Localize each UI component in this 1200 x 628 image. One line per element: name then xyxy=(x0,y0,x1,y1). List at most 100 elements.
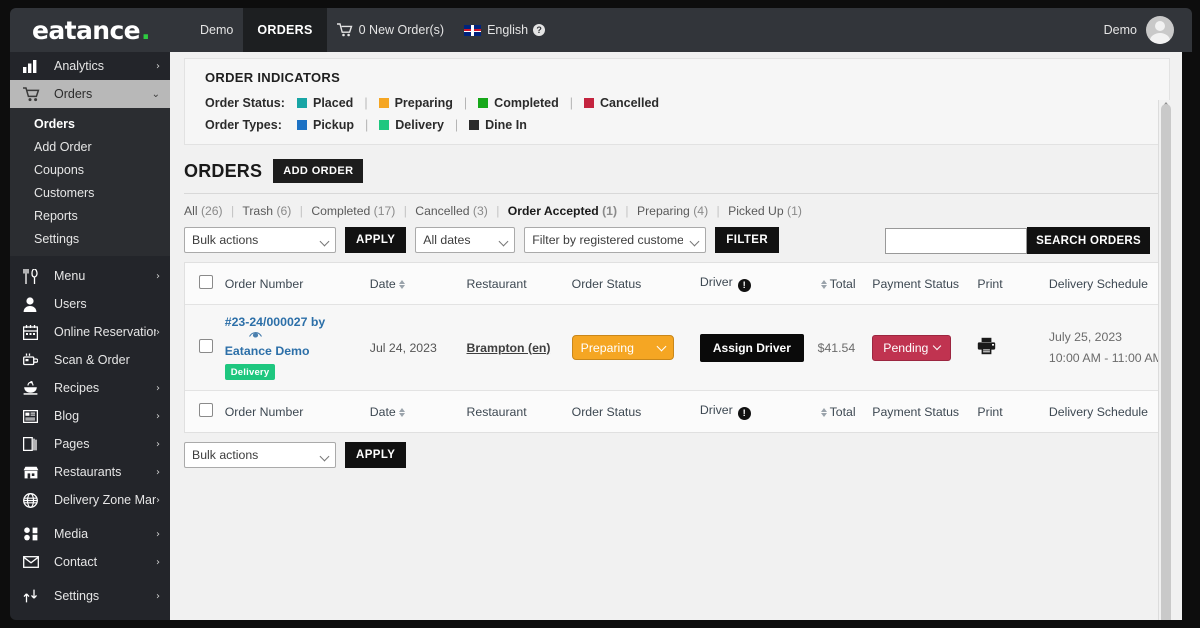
header-order-status[interactable]: Order Status xyxy=(567,263,696,305)
filter-link-trash-count: (6) xyxy=(276,204,292,218)
filter-link-picked-up-label: Picked Up xyxy=(728,204,784,218)
filter-link-picked-up[interactable]: Picked Up (1) xyxy=(728,204,802,218)
header-delivery-schedule-bottom[interactable]: Delivery Schedule xyxy=(1044,390,1169,432)
header-driver[interactable]: Driver! xyxy=(695,263,814,305)
header-print[interactable]: Print xyxy=(973,263,1045,305)
sidebar-item-blog[interactable]: Blog › xyxy=(10,402,170,430)
chevron-right-icon: › xyxy=(156,494,160,506)
sort-icon[interactable] xyxy=(820,407,827,417)
header-restaurant[interactable]: Restaurant xyxy=(462,263,568,305)
brand-logo[interactable]: eatance. xyxy=(10,16,190,45)
sidebar-item-scan-and-order[interactable]: Scan & Order xyxy=(10,346,170,374)
payment-status-dropdown[interactable]: Pending xyxy=(872,334,952,361)
select-all-checkbox-bottom[interactable] xyxy=(199,403,213,417)
filter-link-trash-label: Trash xyxy=(242,204,274,218)
chevron-right-icon: › xyxy=(156,410,160,422)
customer-filter-wrap: Filter by registered customer xyxy=(524,227,707,253)
filter-link-all[interactable]: All (26) xyxy=(184,204,223,218)
header-driver-bottom[interactable]: Driver! xyxy=(695,390,814,432)
filter-link-order-accepted[interactable]: Order Accepted (1) xyxy=(508,204,617,218)
sidebar-subitem-customers[interactable]: Customers xyxy=(10,181,170,204)
topnav-item-language[interactable]: English ? xyxy=(454,8,555,52)
sidebar-label-delivery-zone-manager: Delivery Zone Manager xyxy=(54,493,156,507)
sidebar-item-menu[interactable]: Menu › xyxy=(10,262,170,290)
chevron-right-icon: › xyxy=(156,60,160,72)
cutlery-icon xyxy=(23,268,45,284)
sidebar-subitem-orders[interactable]: Orders xyxy=(10,112,170,135)
header-order-status-bottom[interactable]: Order Status xyxy=(567,390,696,432)
info-exclamation-icon[interactable]: ! xyxy=(737,407,751,420)
sidebar-item-contact[interactable]: Contact › xyxy=(10,548,170,576)
search-orders-button[interactable]: SEARCH ORDERS xyxy=(1027,227,1150,254)
info-exclamation-icon[interactable]: ! xyxy=(737,279,751,292)
sidebar-subitem-settings[interactable]: Settings xyxy=(10,227,170,250)
sidebar-item-restaurants[interactable]: Restaurants › xyxy=(10,458,170,486)
sidebar-item-delivery-zone-manager[interactable]: Delivery Zone Manager › xyxy=(10,486,170,514)
scrollbar-thumb[interactable] xyxy=(1161,104,1171,620)
filter-link-completed[interactable]: Completed (17) xyxy=(311,204,395,218)
customer-filter-select[interactable]: Filter by registered customer xyxy=(524,227,707,253)
bulk-actions-select[interactable]: Bulk actions xyxy=(184,227,336,253)
payment-status-value: Pending xyxy=(883,340,929,355)
dates-filter-select[interactable]: All dates xyxy=(415,227,516,253)
content-scrollbar[interactable] xyxy=(1158,100,1172,620)
header-total[interactable]: Total xyxy=(813,263,869,305)
sidebar-item-orders[interactable]: Orders ⌄ xyxy=(10,80,170,108)
assign-driver-button[interactable]: Assign Driver xyxy=(699,333,804,362)
sidebar-item-online-reservation[interactable]: Online Reservation › xyxy=(10,318,170,346)
sidebar-sublabel-reports: Reports xyxy=(34,208,78,223)
sidebar-item-analytics[interactable]: Analytics › xyxy=(10,52,170,80)
sidebar-item-recipes[interactable]: Recipes › xyxy=(10,374,170,402)
filter-link-trash[interactable]: Trash (6) xyxy=(242,204,291,218)
sidebar-subitem-add-order[interactable]: Add Order xyxy=(10,135,170,158)
apply-button-bottom[interactable]: APPLY xyxy=(345,442,407,468)
header-order-number[interactable]: Order Number xyxy=(220,263,366,305)
select-all-checkbox[interactable] xyxy=(199,275,213,289)
order-status-dropdown[interactable]: Preparing xyxy=(571,335,674,360)
sidebar-item-pages[interactable]: Pages › xyxy=(10,430,170,458)
sidebar-item-media[interactable]: Media › xyxy=(10,520,170,548)
user-avatar-icon[interactable] xyxy=(1146,16,1174,44)
bulk-actions-select-bottom[interactable]: Bulk actions xyxy=(184,442,336,468)
header-delivery-schedule[interactable]: Delivery Schedule xyxy=(1044,263,1169,305)
sidebar-label-orders: Orders xyxy=(54,87,93,101)
sidebar-item-users[interactable]: Users xyxy=(10,290,170,318)
sort-icon[interactable] xyxy=(820,279,827,289)
add-order-button[interactable]: ADD ORDER xyxy=(273,159,364,183)
header-restaurant-bottom[interactable]: Restaurant xyxy=(462,390,568,432)
header-order-number-bottom[interactable]: Order Number xyxy=(220,390,366,432)
eye-icon[interactable] xyxy=(248,329,262,343)
table-row[interactable]: #23-24/000027 by Eatance Demo Delivery J… xyxy=(185,304,1169,391)
media-icon xyxy=(23,526,45,542)
select-all-header xyxy=(185,263,221,305)
sidebar-subitem-coupons[interactable]: Coupons xyxy=(10,158,170,181)
sidebar-item-settings[interactable]: Settings › xyxy=(10,582,170,610)
printer-icon[interactable] xyxy=(977,337,996,358)
header-print-bottom[interactable]: Print xyxy=(973,390,1045,432)
filter-button[interactable]: FILTER xyxy=(715,227,780,253)
sidebar-subitem-reports[interactable]: Reports xyxy=(10,204,170,227)
filter-link-preparing[interactable]: Preparing (4) xyxy=(637,204,708,218)
header-payment-status-bottom[interactable]: Payment Status xyxy=(868,390,974,432)
sort-icon[interactable] xyxy=(398,279,405,289)
legend-item-pickup: Pickup xyxy=(297,118,354,132)
order-customer-link[interactable]: Eatance Demo xyxy=(225,344,362,358)
header-date[interactable]: Date xyxy=(365,263,463,305)
topnav-item-orders[interactable]: ORDERS xyxy=(243,8,327,52)
row-select-checkbox[interactable] xyxy=(199,339,213,353)
search-input[interactable] xyxy=(885,227,1028,254)
filter-link-cancelled[interactable]: Cancelled (3) xyxy=(415,204,488,218)
header-date-bottom[interactable]: Date xyxy=(365,390,463,432)
header-total-bottom[interactable]: Total xyxy=(813,390,869,432)
topnav-item-demo[interactable]: Demo xyxy=(190,8,243,52)
legend-separator: | xyxy=(569,96,574,110)
scan-icon xyxy=(23,352,45,368)
apply-button-top[interactable]: APPLY xyxy=(345,227,407,253)
topnav-item-new-orders[interactable]: 0 New Order(s) xyxy=(327,8,454,52)
cell-order-status: Preparing xyxy=(567,304,696,391)
header-payment-status[interactable]: Payment Status xyxy=(868,263,974,305)
restaurant-link[interactable]: Brampton (en) xyxy=(467,341,551,355)
question-mark-icon[interactable]: ? xyxy=(533,24,546,36)
sort-icon[interactable] xyxy=(398,407,405,417)
order-number-link[interactable]: #23-24/000027 by xyxy=(225,315,362,344)
